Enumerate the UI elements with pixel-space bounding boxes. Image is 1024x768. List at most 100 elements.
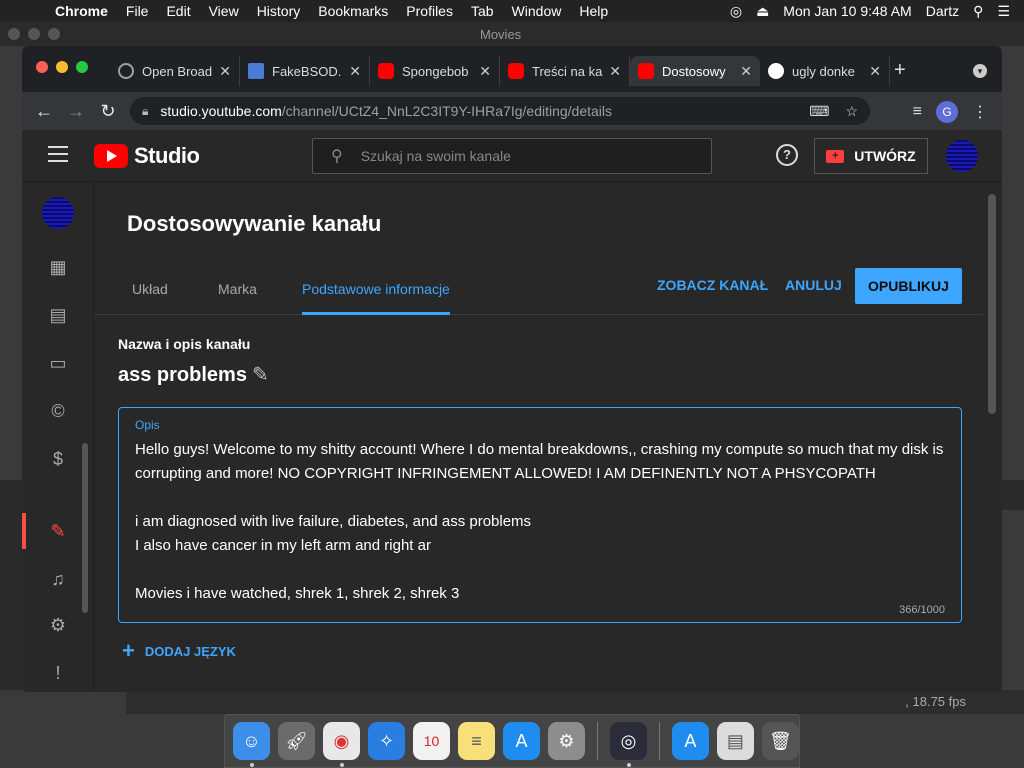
page-title: Dostosowywanie kanału xyxy=(127,211,382,236)
section-header: Nazwa i opis kanału xyxy=(118,336,251,352)
cancel-button[interactable]: ANULUJ xyxy=(785,277,842,293)
channel-avatar[interactable] xyxy=(42,197,74,229)
dashboard-icon[interactable]: ▦ xyxy=(46,255,70,279)
menu-edit[interactable]: Edit xyxy=(166,3,190,19)
help-icon[interactable]: ? xyxy=(776,144,798,166)
zoom-window-icon[interactable] xyxy=(76,61,88,73)
feedback-icon[interactable]: ! xyxy=(46,661,70,685)
spotlight-icon[interactable]: ⚲ xyxy=(973,3,983,20)
tab-branding[interactable]: Marka xyxy=(218,281,257,297)
bg-minimize-icon[interactable] xyxy=(28,28,40,40)
close-window-icon[interactable] xyxy=(36,61,48,73)
media-queue-icon[interactable]: ≡ xyxy=(913,103,922,121)
eject-icon[interactable]: ⏏ xyxy=(756,3,769,20)
launchpad-icon[interactable]: 🚀︎ xyxy=(278,722,315,760)
close-tab-icon[interactable]: ✕ xyxy=(219,63,231,80)
bg-zoom-icon[interactable] xyxy=(48,28,60,40)
tab-layout[interactable]: Układ xyxy=(132,281,168,297)
view-channel-button[interactable]: ZOBACZ KANAŁ xyxy=(657,277,768,293)
app-store-icon[interactable]: A xyxy=(503,722,540,760)
calendar-icon[interactable]: 10 xyxy=(413,722,450,760)
menu-app-name[interactable]: Chrome xyxy=(55,3,108,19)
menu-history[interactable]: History xyxy=(257,3,301,19)
dock-separator xyxy=(597,722,598,760)
description-textarea[interactable]: Opis Hello guys! Welcome to my shitty ac… xyxy=(118,407,962,623)
obs-icon[interactable]: ◎ xyxy=(609,722,647,767)
browser-tab[interactable]: Treści na ka ✕ xyxy=(500,56,630,86)
create-button[interactable]: + UTWÓRZ xyxy=(814,138,928,174)
hamburger-menu-icon[interactable] xyxy=(48,146,68,167)
finder-icon[interactable]: ☺ xyxy=(233,722,270,767)
browser-tab[interactable]: FakeBSOD. ✕ xyxy=(240,56,370,86)
dock-separator xyxy=(658,722,660,760)
translate-icon[interactable]: ⌨ xyxy=(809,103,829,120)
search-icon: ⚲ xyxy=(331,148,343,165)
profile-avatar[interactable]: G xyxy=(936,101,958,123)
copyright-icon[interactable]: © xyxy=(46,399,70,423)
trash-icon[interactable]: 🗑︎ xyxy=(761,722,799,760)
monetization-icon[interactable]: $ xyxy=(46,447,70,471)
menu-bookmarks[interactable]: Bookmarks xyxy=(318,3,388,19)
edit-pencil-icon[interactable]: ✎ xyxy=(252,362,269,387)
back-icon[interactable]: ← xyxy=(28,101,60,122)
tab-search-icon[interactable]: ▾ xyxy=(973,64,987,78)
chrome-icon[interactable]: ◉ xyxy=(323,722,360,767)
page-scrollbar[interactable] xyxy=(988,194,996,414)
obs-status-icon[interactable]: ◎ xyxy=(730,3,742,20)
minimize-window-icon[interactable] xyxy=(56,61,68,73)
customization-wand-icon[interactable]: ✎ xyxy=(46,519,70,543)
browser-toolbar: ← → ↻ 🔒︎ studio.youtube.com/channel/UCtZ… xyxy=(22,92,1002,130)
close-tab-icon[interactable]: ✕ xyxy=(869,63,881,80)
background-window-statusbar: , 18.75 fps xyxy=(126,690,1024,714)
settings-gear-icon[interactable]: ⚙ xyxy=(46,613,70,637)
browser-tab[interactable]: Open Broad ✕ xyxy=(110,56,240,86)
sidebar-scrollbar[interactable] xyxy=(82,443,88,613)
bg-close-icon[interactable] xyxy=(8,28,20,40)
url-path: /channel/UCtZ4_NnL2C3IT9Y-IHRa7Ig/editin… xyxy=(281,103,613,119)
close-tab-icon[interactable]: ✕ xyxy=(740,63,752,80)
lock-icon[interactable]: 🔒︎ xyxy=(142,104,148,119)
reload-icon[interactable]: ↻ xyxy=(92,101,124,122)
subtitles-icon[interactable]: ▭ xyxy=(46,351,70,375)
menubar-clock[interactable]: Mon Jan 10 9:48 AM xyxy=(783,3,911,19)
notes-icon[interactable]: ≡ xyxy=(458,722,495,760)
close-tab-icon[interactable]: ✕ xyxy=(479,63,491,80)
system-preferences-icon[interactable]: ⚙ xyxy=(548,722,585,760)
audio-library-icon[interactable]: ♫ xyxy=(46,567,70,591)
description-text: Hello guys! Welcome to my shitty account… xyxy=(135,438,955,606)
publish-button[interactable]: OPUBLIKUJ xyxy=(855,268,962,304)
menu-tab[interactable]: Tab xyxy=(471,3,494,19)
menu-view[interactable]: View xyxy=(209,3,239,19)
document-icon[interactable]: ▤ xyxy=(716,722,754,760)
address-bar[interactable]: 🔒︎ studio.youtube.com/channel/UCtZ4_NnL2… xyxy=(130,97,870,125)
menu-file[interactable]: File xyxy=(126,3,149,19)
comments-icon[interactable]: ▤ xyxy=(46,303,70,327)
tab-basic-info[interactable]: Podstawowe informacje xyxy=(302,281,450,297)
new-tab-icon[interactable]: + xyxy=(894,59,906,82)
control-center-icon[interactable]: ☰ xyxy=(997,3,1010,20)
browser-tab-active[interactable]: Dostosowy ✕ xyxy=(630,56,760,86)
close-tab-icon[interactable]: ✕ xyxy=(609,63,621,80)
menu-help[interactable]: Help xyxy=(579,3,608,19)
safari-icon[interactable]: ✧ xyxy=(368,722,405,760)
description-line: i am diagnosed with live failure, diabet… xyxy=(135,513,532,530)
forward-icon[interactable]: → xyxy=(60,101,92,122)
bookmark-star-icon[interactable]: ☆ xyxy=(845,103,858,120)
menu-window[interactable]: Window xyxy=(512,3,562,19)
browser-tab[interactable]: Spongebob ✕ xyxy=(370,56,500,86)
channel-name: ass problems xyxy=(118,364,247,386)
description-line: corrupting and more! NO COPYRIGHT INFRIN… xyxy=(135,465,876,482)
studio-logo[interactable]: Studio xyxy=(94,143,200,169)
browser-tab[interactable]: ugly donke ✕ xyxy=(760,56,890,86)
chrome-menu-icon[interactable]: ⋮ xyxy=(972,102,988,122)
close-tab-icon[interactable]: ✕ xyxy=(349,63,361,80)
description-line xyxy=(135,486,955,510)
downloads-folder-icon[interactable]: A xyxy=(671,722,709,760)
menubar-user[interactable]: Dartz xyxy=(926,3,959,19)
menu-profiles[interactable]: Profiles xyxy=(406,3,453,19)
add-language-button[interactable]: + DODAJ JĘZYK xyxy=(122,638,236,664)
search-placeholder: Szukaj na swoim kanale xyxy=(360,148,511,164)
channel-search-input[interactable]: ⚲ Szukaj na swoim kanale xyxy=(312,138,712,174)
account-avatar[interactable] xyxy=(946,140,978,172)
google-icon xyxy=(768,63,784,79)
